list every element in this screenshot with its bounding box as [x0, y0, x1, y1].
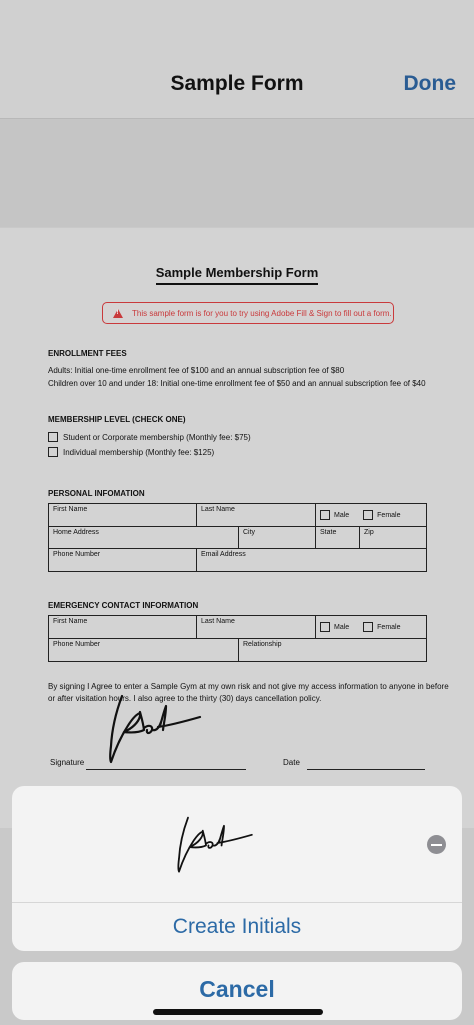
- emergency-phone-field[interactable]: Phone Number: [48, 638, 239, 662]
- home-address-field[interactable]: Home Address: [48, 526, 239, 549]
- student-membership-label: Student or Corporate membership (Monthly…: [63, 433, 251, 442]
- first-name-field[interactable]: First Name: [48, 503, 197, 527]
- home-indicator[interactable]: [153, 1009, 323, 1015]
- notice-text: This sample form is for you to try using…: [132, 308, 392, 318]
- enrollment-adults-text: Adults: Initial one-time enrollment fee …: [48, 366, 345, 375]
- personal-info-table: First Name Last Name Male Female Home Ad…: [48, 503, 428, 572]
- signature-image[interactable]: [100, 688, 210, 766]
- header-spacer: [0, 119, 474, 227]
- signature-line[interactable]: [86, 769, 246, 770]
- emergency-last-name-field[interactable]: Last Name: [195, 615, 317, 639]
- signature-label: Signature: [50, 758, 85, 767]
- emergency-male-checkbox[interactable]: [320, 622, 331, 632]
- form-document[interactable]: Sample Membership Form This sample form …: [0, 228, 474, 828]
- personal-info-heading: PERSONAL INFOMATION: [48, 489, 145, 498]
- saved-signature-row[interactable]: [12, 786, 462, 903]
- individual-membership-label: Individual membership (Monthly fee: $125…: [63, 448, 215, 457]
- emergency-info-table: First Name Last Name Male Female Phone N…: [48, 615, 428, 662]
- remove-signature-icon[interactable]: [427, 835, 446, 854]
- student-membership-checkbox[interactable]: [48, 432, 58, 442]
- sample-notice-banner: This sample form is for you to try using…: [102, 302, 394, 324]
- emergency-gender-field: Male Female: [315, 615, 428, 639]
- saved-signature-image[interactable]: [170, 808, 260, 878]
- male-checkbox[interactable]: [320, 510, 331, 520]
- date-line[interactable]: [307, 769, 425, 770]
- female-checkbox[interactable]: [363, 510, 374, 520]
- membership-heading: MEMBERSHIP LEVEL (CHECK ONE): [48, 415, 186, 424]
- individual-membership-checkbox[interactable]: [48, 447, 58, 457]
- done-button[interactable]: Done: [404, 72, 457, 96]
- zip-field[interactable]: Zip: [359, 526, 428, 549]
- create-initials-button[interactable]: Create Initials: [12, 903, 462, 951]
- enrollment-children-text: Children over 10 and under 18: Initial o…: [48, 379, 426, 388]
- city-field[interactable]: City: [237, 526, 317, 549]
- last-name-field[interactable]: Last Name: [195, 503, 317, 527]
- document-title: Sample Membership Form: [0, 265, 474, 285]
- enrollment-heading: ENROLLMENT FEES: [48, 349, 127, 358]
- relationship-field[interactable]: Relationship: [237, 638, 428, 662]
- phone-field[interactable]: Phone Number: [48, 548, 197, 572]
- warning-icon: [113, 308, 123, 318]
- state-field[interactable]: State: [315, 526, 361, 549]
- email-field[interactable]: Email Address: [195, 548, 428, 572]
- navigation-bar: Sample Form Done: [0, 0, 474, 119]
- date-label: Date: [283, 758, 300, 767]
- emergency-first-name-field[interactable]: First Name: [48, 615, 197, 639]
- emergency-female-checkbox[interactable]: [363, 622, 374, 632]
- gender-field: Male Female: [315, 503, 428, 527]
- signature-action-sheet: Create Initials: [12, 786, 462, 951]
- emergency-heading: EMERGENCY CONTACT INFORMATION: [48, 601, 199, 610]
